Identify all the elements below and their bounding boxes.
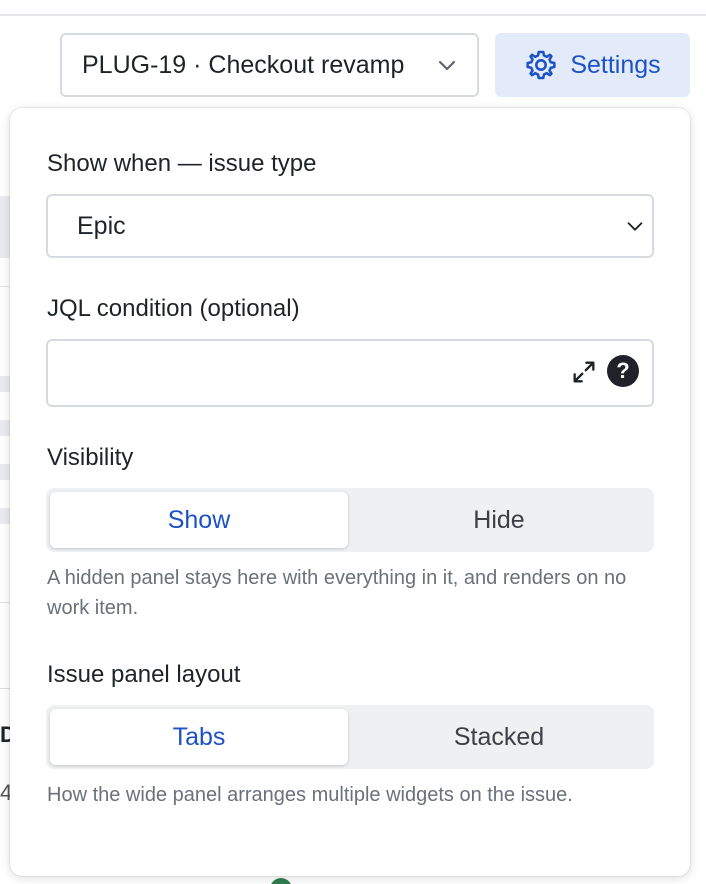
chevron-down-icon xyxy=(438,60,456,71)
background-divider xyxy=(0,14,706,16)
expand-icon[interactable] xyxy=(570,358,598,386)
jql-label: JQL condition (optional) xyxy=(47,295,300,322)
issue-type-select[interactable]: Epic xyxy=(46,194,654,258)
jql-field: ? xyxy=(46,339,654,407)
project-select-value: PLUG-19 · Checkout revamp xyxy=(82,50,405,79)
jql-input[interactable] xyxy=(62,351,542,395)
visibility-toggle: Show Hide xyxy=(46,488,654,552)
visibility-label: Visibility xyxy=(47,444,134,471)
settings-button[interactable]: Settings xyxy=(495,33,690,97)
help-icon[interactable]: ? xyxy=(607,355,639,387)
visibility-option-hide[interactable]: Hide xyxy=(350,492,648,548)
chevron-down-icon xyxy=(627,222,643,231)
layout-option-tabs[interactable]: Tabs xyxy=(50,709,348,765)
gear-icon xyxy=(526,50,556,80)
issue-type-label: Show when — issue type xyxy=(47,150,317,177)
settings-popup: Show when — issue type Epic JQL conditio… xyxy=(10,108,690,876)
visibility-option-show[interactable]: Show xyxy=(50,492,348,548)
background-status-dot xyxy=(270,878,292,884)
layout-helper-text: How the wide panel arranges multiple wid… xyxy=(47,784,573,806)
settings-button-label: Settings xyxy=(570,50,661,79)
issue-type-value: Epic xyxy=(77,211,126,240)
layout-label: Issue panel layout xyxy=(47,661,241,688)
project-select[interactable]: PLUG-19 · Checkout revamp xyxy=(60,33,479,97)
layout-option-stacked[interactable]: Stacked xyxy=(350,709,648,765)
visibility-helper-text: A hidden panel stays here with everythin… xyxy=(47,567,627,619)
layout-toggle: Tabs Stacked xyxy=(46,705,654,769)
